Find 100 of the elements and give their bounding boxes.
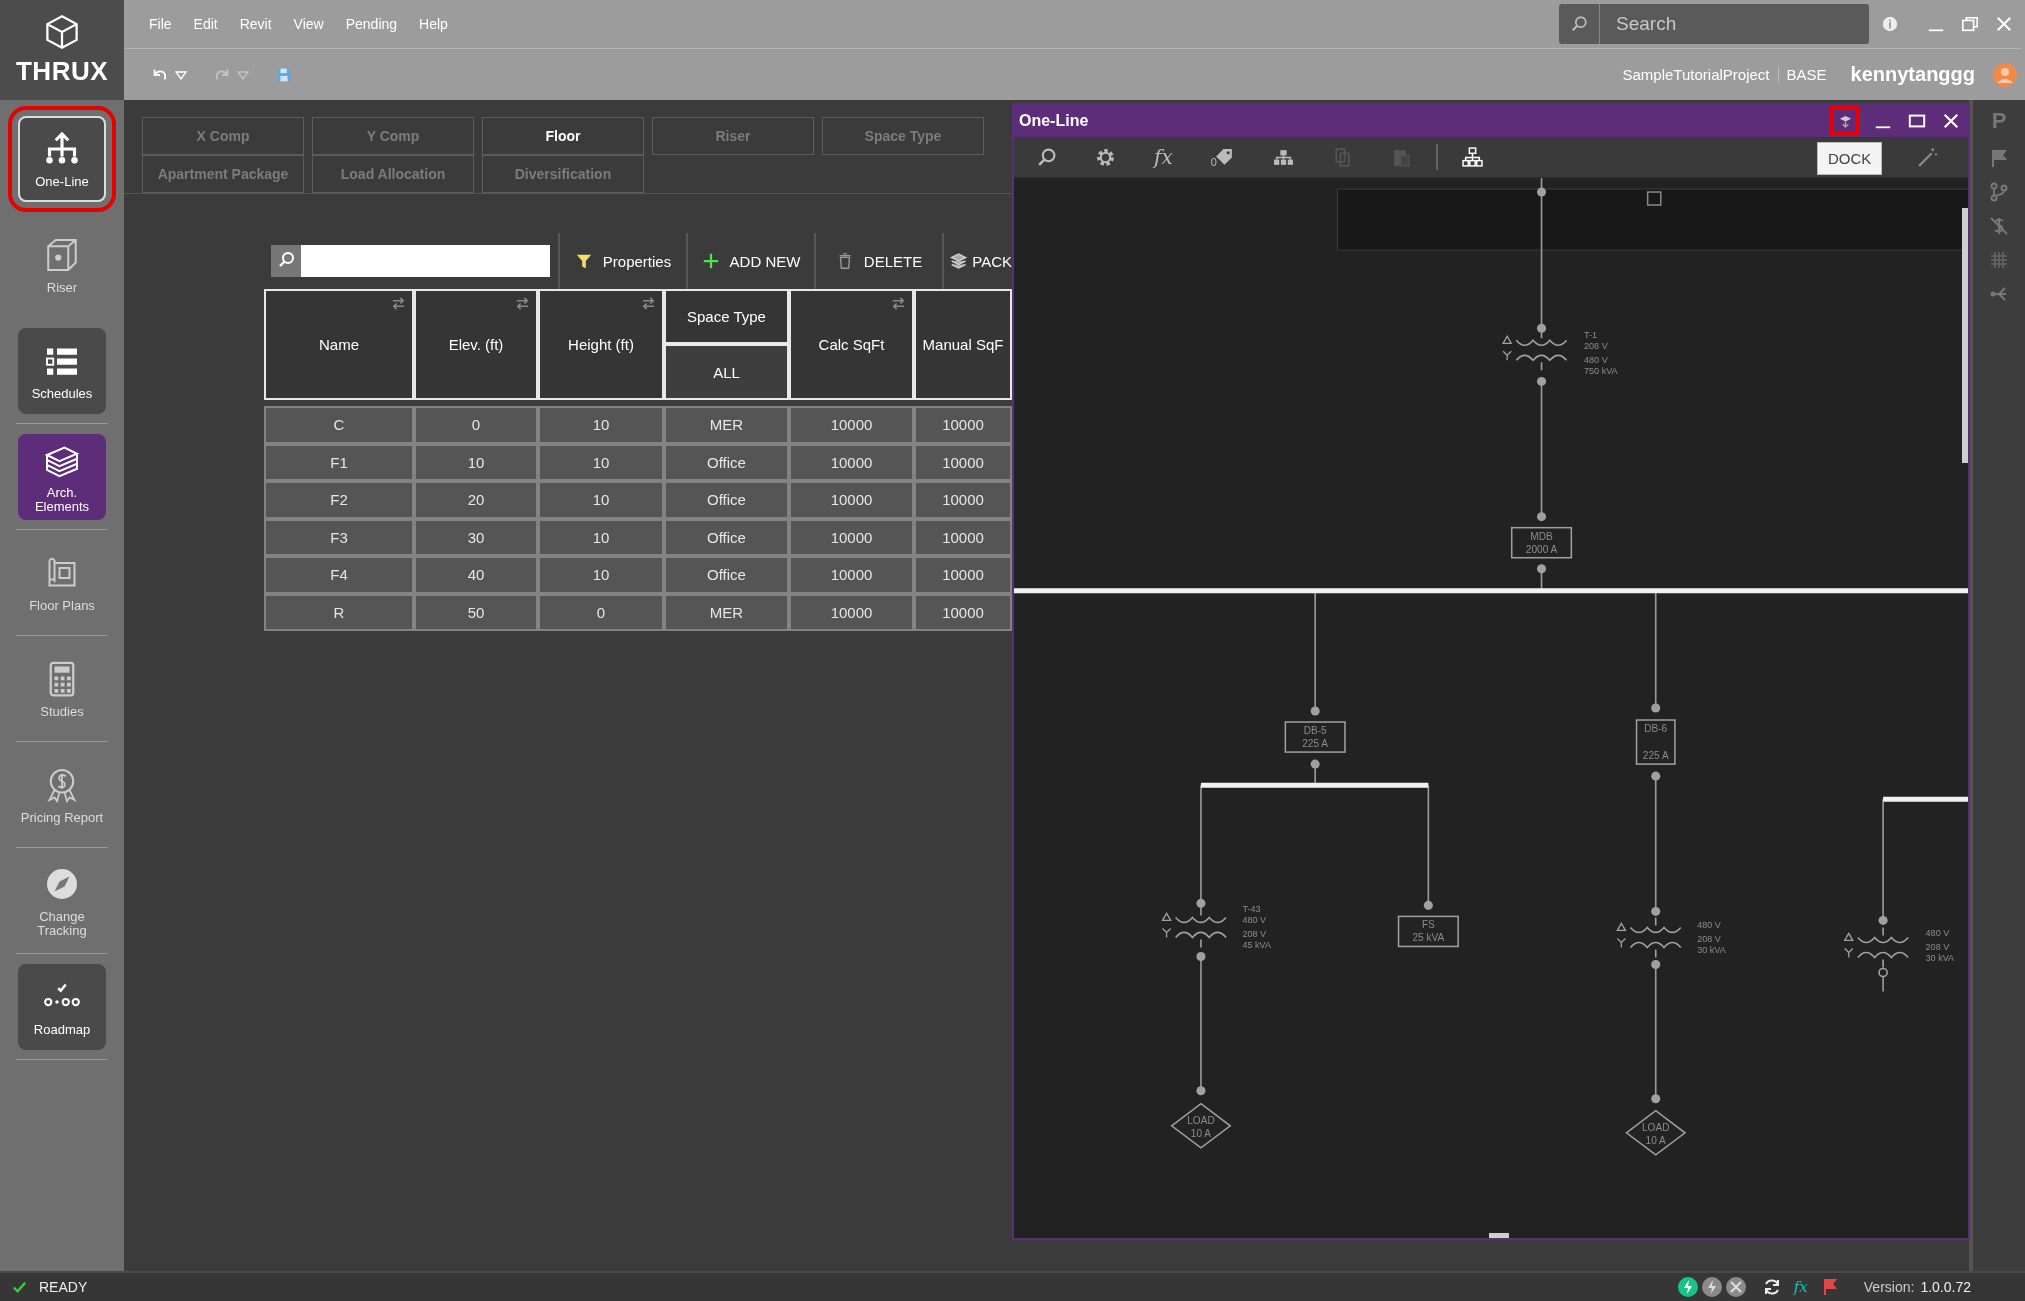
table-cell: 10000 [789, 481, 914, 519]
tab[interactable]: Diversification [482, 155, 644, 193]
bolt-icon[interactable] [1677, 1277, 1698, 1297]
column-header[interactable]: Elev. (ft) [414, 289, 538, 400]
panel-node[interactable]: FS 25 kVA [1397, 915, 1459, 948]
menu-item[interactable]: View [293, 16, 324, 32]
table-cell: Office [664, 556, 789, 594]
panel-node[interactable]: DB-6 225 A [1635, 719, 1676, 765]
status-text: READY [39, 1279, 88, 1295]
table-cell: F3 [264, 518, 414, 556]
table-cell: F1 [264, 443, 414, 481]
table-cell: Office [664, 481, 789, 519]
search-icon[interactable] [1036, 146, 1057, 168]
sidebar-item[interactable]: Riser [18, 222, 106, 308]
table-cell: MER [664, 593, 789, 631]
transformer-node[interactable]: T-43 480 V 208 V 45 kVA [1161, 904, 1271, 951]
swap-arrows-icon[interactable] [515, 297, 530, 310]
search-field[interactable]: Search [1599, 4, 1869, 44]
search-icon[interactable] [1559, 4, 1599, 44]
sidebar-item[interactable]: Roadmap [18, 964, 106, 1050]
version-label: Version: [1863, 1279, 1915, 1295]
table-cell: 20 [414, 481, 538, 519]
project-name: SampleTutorialProject [1622, 66, 1779, 83]
tab[interactable]: Y Comp [312, 117, 474, 155]
sidebar-item[interactable]: Change Tracking [18, 858, 106, 944]
menu-item[interactable]: Edit [193, 16, 218, 32]
tooltip: DOCK [1817, 142, 1883, 175]
table-cell: 0 [538, 593, 664, 631]
search-icon[interactable] [271, 245, 301, 277]
load-node[interactable]: LOAD 10 A [1170, 1102, 1232, 1149]
table-cell: 10 [414, 443, 538, 481]
branch-icon[interactable] [1989, 182, 2009, 202]
table-cell: 0 [414, 406, 538, 444]
transformer-node[interactable]: T-1 208 V 480 V 750 kVA [1502, 329, 1618, 377]
table-cell: C [264, 406, 414, 444]
sidebar-item[interactable]: Schedules [18, 328, 106, 414]
dollar-off-icon[interactable] [1989, 216, 2009, 236]
checkbox[interactable] [1646, 191, 1662, 206]
column-filter[interactable]: ALL [664, 344, 789, 400]
swap-arrows-icon[interactable] [391, 297, 406, 310]
flag-icon[interactable] [1989, 148, 2009, 168]
tab[interactable]: Space Type [822, 117, 984, 155]
table-cell: 10000 [914, 556, 1012, 594]
tools-icon[interactable] [1725, 1277, 1746, 1297]
sidebar-item[interactable]: Arch. Elements [18, 434, 106, 520]
load-node[interactable]: LOAD 10 A [1625, 1109, 1687, 1156]
tab[interactable]: X Comp [142, 117, 304, 155]
restore-icon[interactable] [1961, 15, 1979, 33]
table-cell: 10000 [914, 406, 1012, 444]
sidebar-item[interactable]: Floor Plans [18, 540, 106, 626]
tab[interactable]: Apartment Package [142, 155, 304, 193]
column-header[interactable]: Manual SqF [914, 289, 1012, 400]
tag-icon [1213, 146, 1235, 168]
swap-arrows-icon[interactable] [891, 297, 906, 310]
branch-label: BASE [1786, 66, 1827, 83]
tab[interactable]: Floor [482, 117, 644, 155]
swap-arrows-icon[interactable] [641, 297, 656, 310]
check-icon [12, 1279, 27, 1295]
info-icon[interactable] [1881, 15, 1899, 33]
close-icon[interactable] [1942, 112, 1960, 130]
sidebar-item[interactable]: Studies [18, 646, 106, 732]
menu-item[interactable]: Pending [345, 16, 398, 32]
magic-wand-icon[interactable] [1917, 146, 1938, 168]
table-cell: MER [664, 406, 789, 444]
column-header[interactable]: Space Type [664, 289, 789, 344]
table-cell: 10000 [914, 593, 1012, 631]
table-cell: 10000 [789, 593, 914, 631]
tab[interactable]: Load Allocation [312, 155, 474, 193]
table-cell: 10000 [914, 518, 1012, 556]
formula-icon[interactable]: fx [1793, 1278, 1808, 1296]
formula-button[interactable]: fx [1154, 145, 1173, 169]
layers-icon [950, 252, 968, 270]
panel-node[interactable]: MDB 2000 A [1510, 526, 1573, 559]
column-header[interactable]: Height (ft) [538, 289, 664, 400]
scrollbar-thumb[interactable] [1962, 208, 1968, 463]
bolt-icon[interactable] [1701, 1277, 1722, 1297]
cube-logo-icon [45, 13, 79, 50]
menu-item[interactable]: Help [419, 16, 448, 32]
column-header[interactable]: Calc SqFt [789, 289, 914, 400]
table-cell: 10000 [914, 443, 1012, 481]
transformer-node[interactable]: 480 V 208 V 30 kVA [1844, 926, 1955, 969]
table-cell: 10 [538, 406, 664, 444]
sidebar-item[interactable]: Pricing Report [18, 752, 106, 838]
transformer-node[interactable]: 480 V 208 V 30 kVA [1616, 916, 1726, 959]
table-cell: Office [664, 518, 789, 556]
table-cell: 30 [414, 518, 538, 556]
tag-button[interactable]: 0 [1210, 146, 1235, 168]
panel-node[interactable]: DB-5 225 A [1284, 721, 1346, 753]
menu-item[interactable]: File [149, 16, 172, 32]
caret-icon[interactable] [237, 69, 249, 80]
column-header[interactable]: Name [264, 289, 414, 400]
maximize-icon[interactable] [1908, 112, 1926, 130]
org-chart-icon[interactable] [1461, 146, 1483, 168]
settings-icon[interactable] [1095, 146, 1116, 168]
grid-icon[interactable] [1989, 250, 2009, 270]
menu-item[interactable]: Revit [239, 16, 272, 32]
tab[interactable]: Riser [652, 117, 814, 155]
scrollbar-thumb[interactable] [1489, 1233, 1509, 1238]
user-name[interactable]: kennytanggg [1850, 63, 1975, 86]
avatar-icon[interactable] [1993, 62, 2017, 87]
